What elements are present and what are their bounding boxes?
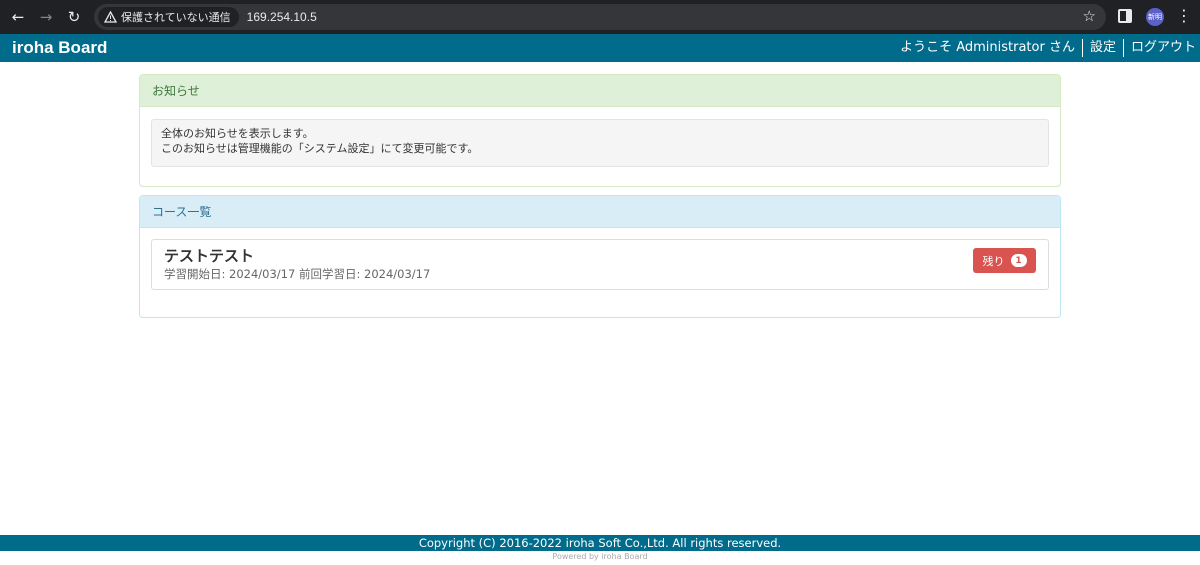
- notice-panel: お知らせ 全体のお知らせを表示します。 このお知らせは管理機能の「システム設定」…: [139, 74, 1061, 187]
- courses-panel: コース一覧 テストテスト 学習開始日: 2024/03/17 前回学習日: 20…: [139, 195, 1061, 318]
- profile-avatar[interactable]: 新明: [1146, 8, 1164, 26]
- brand-logo[interactable]: iroha Board: [12, 38, 107, 58]
- logout-link[interactable]: ログアウト: [1122, 39, 1196, 57]
- address-bar[interactable]: 保護されていない通信 169.254.10.5 ☆: [94, 4, 1106, 30]
- course-dates: 学習開始日: 2024/03/17 前回学習日: 2024/03/17: [164, 267, 431, 281]
- remaining-button[interactable]: 残り 1: [973, 248, 1036, 273]
- course-list-item[interactable]: テストテスト 学習開始日: 2024/03/17 前回学習日: 2024/03/…: [151, 239, 1049, 290]
- notice-body: 全体のお知らせを表示します。 このお知らせは管理機能の「システム設定」にて変更可…: [151, 119, 1049, 167]
- forward-arrow-icon[interactable]: →: [32, 0, 60, 34]
- bookmark-star-icon[interactable]: ☆: [1083, 7, 1096, 25]
- security-indicator[interactable]: 保護されていない通信: [98, 7, 239, 27]
- security-label: 保護されていない通信: [121, 11, 231, 24]
- url-text[interactable]: 169.254.10.5: [247, 10, 317, 24]
- browser-toolbar: ← → ↻ 保護されていない通信 169.254.10.5 ☆ 新明 ⋮: [0, 0, 1200, 34]
- welcome-text: ようこそ Administrator さん: [900, 40, 1075, 55]
- more-menu-icon[interactable]: ⋮: [1176, 6, 1192, 26]
- side-panel-icon[interactable]: [1118, 9, 1132, 23]
- app-header: iroha Board ようこそ Administrator さん 設定 ログア…: [0, 34, 1200, 62]
- header-nav: ようこそ Administrator さん 設定 ログアウト: [900, 34, 1196, 62]
- settings-link[interactable]: 設定: [1081, 39, 1123, 57]
- course-name[interactable]: テストテスト: [164, 245, 254, 266]
- notice-panel-title: お知らせ: [140, 75, 1060, 107]
- footer-powered-by: Powered by iroha Board: [552, 552, 648, 561]
- notice-line-2: このお知らせは管理機能の「システム設定」にて変更可能です。: [161, 142, 479, 155]
- remaining-label: 残り: [982, 254, 1005, 268]
- courses-panel-title: コース一覧: [140, 196, 1060, 228]
- back-arrow-icon[interactable]: ←: [4, 0, 32, 34]
- warning-icon: [104, 11, 117, 23]
- reload-icon[interactable]: ↻: [60, 0, 88, 34]
- remaining-count-badge: 1: [1010, 254, 1027, 267]
- footer-copyright: Copyright (C) 2016-2022 iroha Soft Co.,L…: [0, 535, 1200, 551]
- notice-line-1: 全体のお知らせを表示します。: [161, 127, 314, 140]
